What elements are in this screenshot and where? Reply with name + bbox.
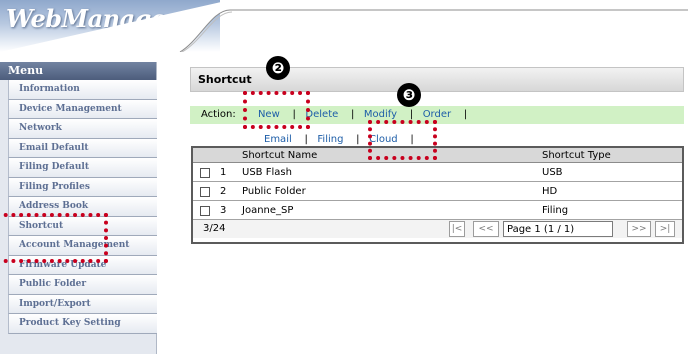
previous-page-button[interactable]: << bbox=[473, 221, 499, 237]
sidebar-item-filing-default[interactable]: Filing Default bbox=[8, 158, 157, 178]
record-count: 3/24 bbox=[203, 223, 226, 234]
row-type: Filing bbox=[542, 205, 569, 216]
modify-button[interactable]: Modify bbox=[364, 109, 397, 120]
sidebar-menu: Menu Information Device Management Netwo… bbox=[0, 62, 157, 354]
sidebar-item-network[interactable]: Network bbox=[8, 119, 157, 139]
row-name: USB Flash bbox=[242, 167, 292, 178]
callout-number-3: ❸ bbox=[397, 83, 421, 107]
row-checkbox[interactable] bbox=[200, 206, 210, 216]
first-page-button[interactable]: |< bbox=[449, 221, 465, 237]
sidebar-item-filing-profiles[interactable]: Filing Profiles bbox=[8, 177, 157, 197]
highlight-cloud-tab bbox=[368, 120, 437, 160]
highlight-shortcut-menu bbox=[0, 213, 108, 263]
callout-number-2: ❷ bbox=[266, 56, 290, 80]
row-type: USB bbox=[542, 167, 563, 178]
table-row[interactable]: 1 USB Flash USB bbox=[193, 163, 682, 182]
sidebar-item-product-key-setting[interactable]: Product Key Setting bbox=[8, 314, 157, 334]
action-separator: | bbox=[409, 109, 414, 120]
page-title: Shortcut bbox=[190, 67, 684, 92]
sidebar-item-import-export[interactable]: Import/Export bbox=[8, 294, 157, 314]
next-page-button[interactable]: >> bbox=[627, 221, 651, 237]
table-row[interactable]: 3 Joanne_SP Filing bbox=[193, 201, 682, 220]
menu-title: Menu bbox=[0, 62, 156, 80]
table-row[interactable]: 2 Public Folder HD bbox=[193, 182, 682, 201]
action-separator: | bbox=[463, 109, 468, 120]
pager-bar: 3/24 |< << >> >| bbox=[193, 220, 682, 238]
header-curve-decoration bbox=[0, 0, 688, 52]
row-index: 2 bbox=[220, 186, 227, 197]
row-type: HD bbox=[542, 186, 558, 197]
sidebar-item-information[interactable]: Information bbox=[8, 80, 157, 100]
row-index: 3 bbox=[220, 205, 227, 216]
highlight-new-button bbox=[243, 91, 310, 129]
column-header-name[interactable]: Shortcut Name bbox=[242, 148, 317, 163]
row-checkbox[interactable] bbox=[200, 168, 210, 178]
row-checkbox[interactable] bbox=[200, 187, 210, 197]
order-button[interactable]: Order bbox=[423, 109, 451, 120]
row-index: 1 bbox=[220, 167, 227, 178]
tab-filing[interactable]: Filing bbox=[317, 134, 343, 145]
row-name: Public Folder bbox=[242, 186, 306, 197]
column-header-type[interactable]: Shortcut Type bbox=[542, 148, 611, 163]
header: WebManager bbox=[0, 0, 688, 52]
shortcut-table: Shortcut Name Shortcut Type 1 USB Flash … bbox=[191, 146, 684, 244]
last-page-button[interactable]: >| bbox=[655, 221, 675, 237]
tab-email[interactable]: Email bbox=[264, 134, 292, 145]
tab-separator: | bbox=[356, 134, 360, 145]
table-header: Shortcut Name Shortcut Type bbox=[193, 148, 682, 163]
tab-separator: | bbox=[304, 134, 308, 145]
delete-button[interactable]: Delete bbox=[305, 109, 338, 120]
action-label: Action: bbox=[201, 109, 236, 120]
page-number-field[interactable] bbox=[503, 221, 613, 237]
row-name: Joanne_SP bbox=[242, 205, 294, 216]
sidebar-item-device-management[interactable]: Device Management bbox=[8, 99, 157, 119]
sidebar-item-public-folder[interactable]: Public Folder bbox=[8, 275, 157, 295]
sidebar-item-email-default[interactable]: Email Default bbox=[8, 138, 157, 158]
action-separator: | bbox=[350, 109, 355, 120]
